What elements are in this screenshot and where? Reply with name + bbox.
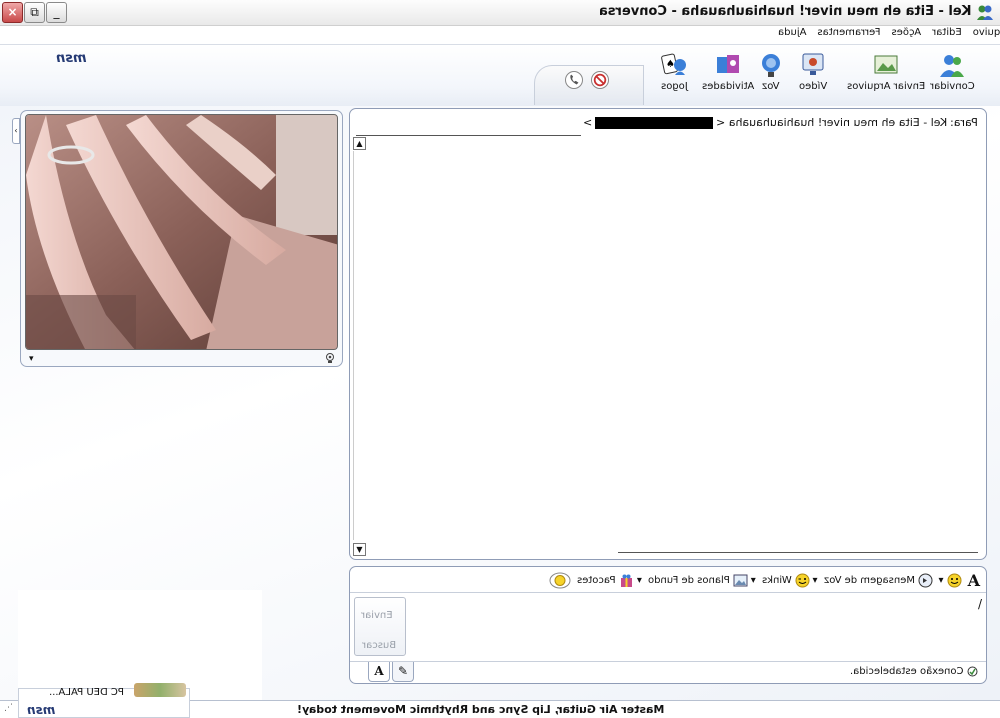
toolbar-video[interactable]: Vídeo <box>798 51 828 92</box>
toolbar-label: Convidar <box>930 81 975 92</box>
dropdown-arrow: ▾ <box>750 574 756 586</box>
format-toolbar: A ▾ Mensagem de Voz ▾ Winks ▾ Planos de … <box>549 569 980 591</box>
message-input[interactable] <box>353 595 983 661</box>
toolbar-send-files[interactable]: Enviar Arquivos <box>847 51 925 92</box>
divider <box>618 552 978 553</box>
gift-icon <box>620 574 632 587</box>
toolbar-games[interactable]: ♠ Jogos <box>659 51 689 92</box>
scroll-down-button[interactable]: ▼ <box>353 543 366 556</box>
msn-logo: msn <box>56 51 87 66</box>
divider <box>350 592 986 593</box>
dropdown-arrow: ▾ <box>938 574 944 586</box>
search-label[interactable]: Buscar <box>362 640 396 651</box>
svg-text:♠: ♠ <box>666 59 675 70</box>
popup-thumbnail <box>134 683 186 697</box>
toolbar-label: Voz <box>762 81 780 92</box>
menu-ferramentas[interactable]: Ferramentas <box>817 27 880 38</box>
toolbar-label: Vídeo <box>798 81 828 92</box>
block-icon[interactable] <box>591 71 609 89</box>
winks-label: Winks <box>761 574 792 586</box>
connection-status: Conexão estabelecida. <box>850 666 978 677</box>
menu-acoes[interactable]: Ações <box>891 27 921 38</box>
webcam-video-icon <box>802 53 824 75</box>
toolbar-activities[interactable]: Atividades <box>702 51 754 92</box>
menu-bar: Arquivo Editar Ações Ferramentas Ajuda <box>0 26 1000 44</box>
scroll-up-button[interactable]: ▲ <box>353 137 366 150</box>
invite-people-icon <box>940 55 965 77</box>
voice-clip-label: Mensagem de Voz <box>823 574 915 586</box>
tab-text-mode[interactable]: A <box>368 662 390 682</box>
packs-button[interactable]: ▾ Pacotes <box>577 573 642 588</box>
toolbar: msn Convidar Enviar Arquivos Vídeo Voz A… <box>0 44 1000 106</box>
history-scroll-track[interactable] <box>353 151 366 540</box>
font-icon[interactable]: A <box>968 571 980 590</box>
call-icon[interactable] <box>565 71 583 89</box>
wink-icon <box>795 573 810 587</box>
restore-button[interactable]: ⧉ <box>24 2 45 23</box>
resize-grip-icon[interactable]: ⋰ <box>4 703 13 713</box>
to-label: Para: <box>950 116 978 129</box>
activities-icon <box>717 55 740 73</box>
emoticon-button[interactable]: ▾ <box>939 573 962 588</box>
chat-history[interactable]: > Kel - Eita eh meu niver! huahiauhauaha… <box>349 108 987 560</box>
backgrounds-label: Planos de Fundo <box>647 574 730 586</box>
send-button[interactable]: Enviar Buscar <box>354 597 406 656</box>
menu-ajuda[interactable]: Ajuda <box>778 27 806 38</box>
dropdown-arrow: ▾ <box>812 574 818 586</box>
webcam-panel: ▾ <box>20 110 343 367</box>
dropdown-arrow: ▾ <box>636 574 642 586</box>
webcam-frame-image <box>26 115 337 349</box>
toolbar-voice[interactable]: Voz <box>756 51 786 92</box>
games-cards-icon: ♠ <box>661 53 686 75</box>
dynamic-display-icon[interactable] <box>549 572 571 589</box>
send-files-icon <box>874 55 898 74</box>
status-label: Conexão estabelecida. <box>850 666 964 677</box>
to-suffix: > <box>582 116 592 129</box>
popup-text: PC DEU PALA... <box>49 687 124 698</box>
minimize-button[interactable]: _ <box>46 2 67 23</box>
voice-clip-button[interactable]: Mensagem de Voz <box>824 573 933 588</box>
divider <box>356 135 581 136</box>
toolbar-label: Atividades <box>702 81 755 92</box>
close-button[interactable]: × <box>2 2 23 23</box>
webcam-settings-icon[interactable] <box>324 352 336 364</box>
voice-microphone-icon <box>762 54 780 77</box>
to-recipient: Kel - Eita eh meu niver! huahiauhauaha < <box>715 116 948 129</box>
toolbar-invite[interactable]: Convidar <box>930 51 975 92</box>
messenger-buddy-icon <box>977 5 993 20</box>
voice-clip-icon <box>918 573 933 587</box>
toolbar-label: Jogos <box>660 81 688 92</box>
menu-editar[interactable]: Editar <box>932 27 962 38</box>
connection-icon <box>967 666 978 677</box>
packs-label: Pacotes <box>577 574 616 586</box>
panel-collapse-handle[interactable]: ‹ <box>12 118 20 144</box>
redacted-email <box>594 116 713 129</box>
text-cursor: / <box>977 597 982 611</box>
toolbar-tab <box>534 65 644 105</box>
smiley-icon <box>947 573 962 587</box>
menu-arquivo[interactable]: Arquivo <box>973 27 1000 38</box>
tab-ink-mode[interactable]: ✎ <box>392 662 414 682</box>
title-bar: × ⧉ _ Kel - Eita eh meu niver! huahiauha… <box>0 0 1000 26</box>
winks-button[interactable]: ▾ Winks <box>762 573 818 588</box>
toolbar-label: Enviar Arquivos <box>847 81 926 92</box>
webcam-video <box>25 114 338 350</box>
ad-text[interactable]: Master Air Guitar, Lip Sync and Rhythmic… <box>297 703 664 716</box>
compose-area: A ▾ Mensagem de Voz ▾ Winks ▾ Planos de … <box>349 566 987 684</box>
window-title: Kel - Eita eh meu niver! huahiauhauaha -… <box>599 4 972 19</box>
send-label: Enviar <box>361 610 393 621</box>
backgrounds-button[interactable]: ▾ Planos de Fundo <box>648 573 756 588</box>
msn-logo-bottom: msn <box>27 703 56 717</box>
contact-popup[interactable]: PC DEU PALA... msn <box>18 683 190 718</box>
background-icon <box>733 574 748 586</box>
compose-footer: A ✎ Conexão estabelecida. <box>350 661 986 683</box>
to-line: > Kel - Eita eh meu niver! huahiauhauaha… <box>583 116 978 129</box>
webcam-options-arrow[interactable]: ▾ <box>29 354 34 364</box>
